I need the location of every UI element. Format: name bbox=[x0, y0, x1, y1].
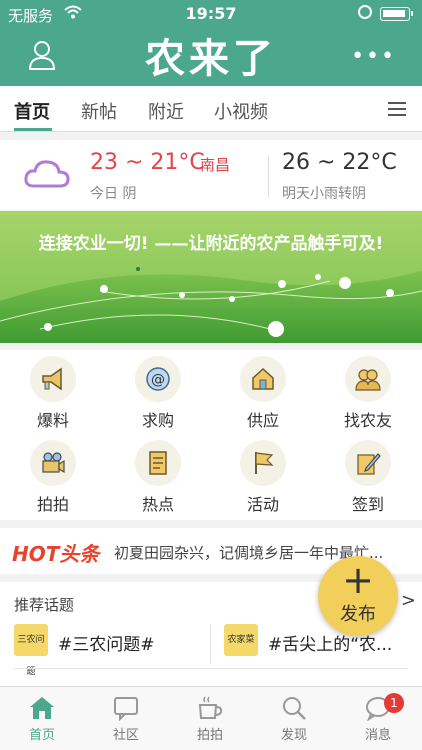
community-icon bbox=[114, 697, 138, 721]
megaphone-icon-bg bbox=[30, 356, 76, 402]
function-grid: 爆料 @ 求购 供应 找农友 拍拍 热点 活动 签到 bbox=[0, 350, 422, 520]
camera-icon-bg bbox=[30, 440, 76, 486]
grid-label: 求购 bbox=[141, 411, 174, 430]
rotation-lock-icon bbox=[358, 5, 372, 19]
grid-item-tipoff[interactable]: 爆料 bbox=[13, 350, 93, 430]
tabbar-label: 社区 bbox=[112, 728, 139, 743]
topic-name: #舌尖上的“农... bbox=[268, 635, 393, 655]
cup-icon bbox=[198, 696, 223, 719]
banner-slogan: 连接农业一切! ——让附近的农产品触手可及! bbox=[38, 234, 384, 254]
promo-banner[interactable]: 连接农业一切! ——让附近的农产品触手可及! bbox=[0, 211, 422, 343]
megaphone-icon bbox=[42, 367, 62, 391]
globe-icon-bg: @ bbox=[135, 356, 181, 402]
hot-headline-logo: HOT头条 bbox=[12, 542, 100, 566]
tabbar-community[interactable]: 社区 bbox=[84, 693, 168, 750]
house-icon bbox=[252, 367, 274, 390]
pen-icon-bg bbox=[345, 440, 391, 486]
grid-item-events[interactable]: 活动 bbox=[223, 434, 303, 514]
people-icon bbox=[355, 369, 381, 391]
grid-label: 供应 bbox=[246, 411, 279, 430]
grid-item-hot[interactable]: 热点 bbox=[118, 434, 198, 514]
pen-icon bbox=[357, 453, 381, 475]
grid-label: 签到 bbox=[351, 495, 384, 514]
topic-divider bbox=[210, 624, 211, 664]
cloud-icon bbox=[24, 160, 70, 188]
flag-icon-bg bbox=[240, 440, 286, 486]
bottom-tab-bar: 首页 社区 拍拍 发现 消息 1 bbox=[0, 686, 422, 750]
tab-nearby[interactable]: 附近 bbox=[148, 98, 184, 124]
unread-badge: 1 bbox=[384, 693, 404, 713]
grid-label: 拍拍 bbox=[36, 495, 69, 514]
topic-name: #三农问题# bbox=[58, 635, 155, 655]
tabbar-label: 拍拍 bbox=[196, 728, 223, 743]
camera-icon bbox=[42, 452, 65, 474]
grid-label: 找农友 bbox=[343, 411, 392, 430]
tomorrow-description: 明天小雨转阴 bbox=[282, 186, 366, 202]
grid-item-checkin[interactable]: 签到 bbox=[328, 434, 408, 514]
home-icon bbox=[30, 697, 54, 719]
tomorrow-temperature: 26 ~ 22°C bbox=[282, 150, 397, 175]
status-bar: 无服务 19:57 bbox=[0, 0, 422, 28]
tab-short-video[interactable]: 小视频 bbox=[214, 98, 268, 124]
topics-title: 推荐话题 bbox=[14, 596, 75, 614]
tabbar-shoot[interactable]: 拍拍 bbox=[168, 693, 252, 750]
document-icon bbox=[149, 451, 167, 475]
topic-tag: 农家菜 bbox=[224, 624, 258, 656]
search-icon bbox=[283, 697, 306, 720]
grid-item-supply[interactable]: 供应 bbox=[223, 350, 303, 430]
grid-item-friends[interactable]: 找农友 bbox=[328, 350, 408, 430]
grid-item-buy[interactable]: @ 求购 bbox=[118, 350, 198, 430]
city-name: 南昌 bbox=[200, 156, 231, 174]
more-icon[interactable]: ••• bbox=[351, 46, 396, 68]
tabbar-messages[interactable]: 消息 1 bbox=[336, 693, 420, 750]
tabbar-label: 发现 bbox=[280, 728, 307, 743]
topic-tag: 三农问题 bbox=[14, 624, 48, 677]
tabbar-label: 消息 bbox=[364, 728, 391, 743]
publish-label: 发布 bbox=[340, 604, 376, 625]
grid-label: 活动 bbox=[246, 495, 279, 514]
today-temperature: 23 ~ 21°C bbox=[90, 150, 205, 175]
weather-card[interactable]: 23 ~ 21°C 南昌 今日 阴 26 ~ 22°C 明天小雨转阴 bbox=[0, 140, 422, 210]
globe-at-icon: @ bbox=[146, 367, 170, 391]
plus-icon: + bbox=[342, 558, 374, 602]
tab-home[interactable]: 首页 bbox=[14, 98, 50, 124]
publish-button[interactable]: + 发布 bbox=[318, 556, 398, 636]
topics-more-arrow[interactable]: > bbox=[401, 590, 416, 611]
flag-icon bbox=[255, 452, 274, 474]
tabbar-label: 首页 bbox=[28, 728, 55, 743]
today-description: 今日 阴 bbox=[90, 186, 137, 202]
document-icon-bg bbox=[135, 440, 181, 486]
topic-row-divider bbox=[14, 668, 408, 669]
tabbar-discover[interactable]: 发现 bbox=[252, 693, 336, 750]
grid-label: 热点 bbox=[141, 495, 174, 514]
grid-label: 爆料 bbox=[36, 411, 69, 430]
grid-item-shoot[interactable]: 拍拍 bbox=[13, 434, 93, 514]
top-tabs: 首页 新帖 附近 小视频 bbox=[0, 86, 422, 132]
house-icon-bg bbox=[240, 356, 286, 402]
app-header: 无服务 19:57 农来了 ••• bbox=[0, 0, 422, 86]
tab-new-posts[interactable]: 新帖 bbox=[81, 98, 117, 124]
tab-active-indicator bbox=[14, 128, 52, 131]
tabbar-home[interactable]: 首页 bbox=[0, 693, 84, 750]
weather-divider bbox=[268, 156, 269, 198]
menu-icon[interactable] bbox=[388, 102, 406, 116]
svg-text:@: @ bbox=[151, 372, 165, 388]
battery-icon bbox=[380, 7, 413, 21]
people-icon-bg bbox=[345, 356, 391, 402]
